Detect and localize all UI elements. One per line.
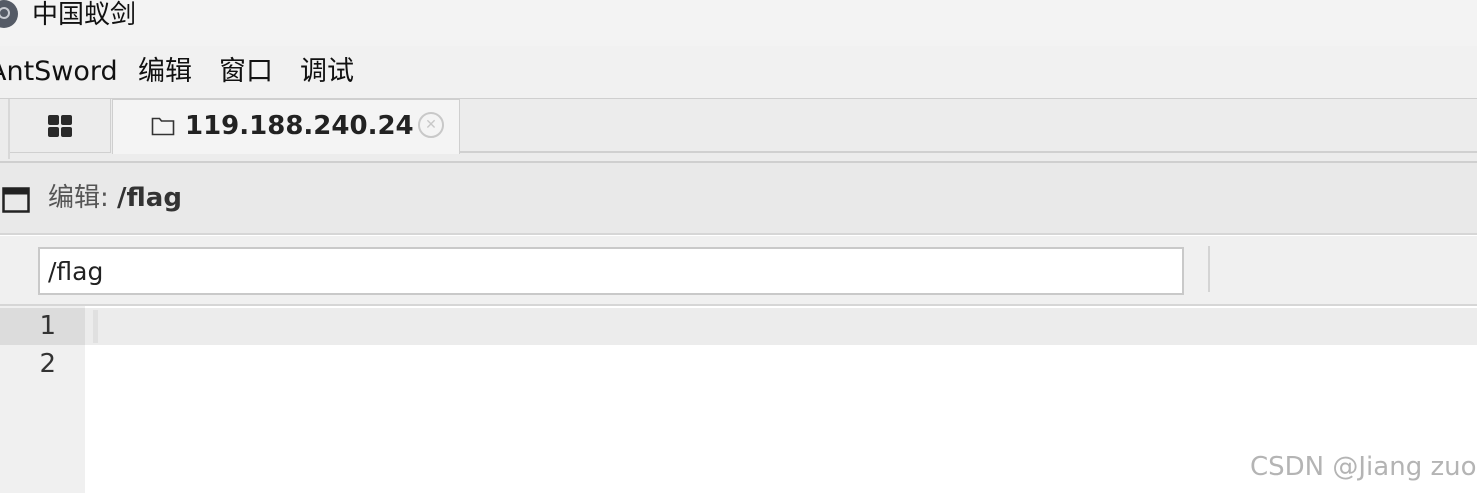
tab-shell-connection[interactable]: 119.188.240.24 ✕ [112, 99, 460, 154]
tab-strip: 119.188.240.24 ✕ [0, 99, 1477, 163]
line-number: 1 [39, 311, 56, 341]
menu-debug[interactable]: 调试 [300, 55, 354, 89]
path-bar [0, 236, 1477, 306]
app-title: 中国蚁剑 [32, 0, 137, 30]
panel-title: 编辑: /flag [48, 180, 182, 216]
menu-antsword[interactable]: AntSword [0, 55, 118, 89]
tab-strip-baseline [459, 151, 1477, 153]
menu-bar: AntSword 编辑 窗口 调试 [0, 46, 1477, 99]
antsword-logo-icon [0, 0, 18, 28]
tab-label: 119.188.240.24 [185, 111, 414, 141]
menu-window[interactable]: 窗口 [219, 55, 273, 89]
grid-icon [48, 115, 72, 137]
title-bar: 中国蚁剑 [0, 0, 1477, 46]
panel-title-path: /flag [117, 183, 182, 213]
menu-edit[interactable]: 编辑 [138, 55, 192, 89]
window-icon[interactable] [2, 187, 30, 213]
path-bar-separator [1208, 246, 1210, 292]
text-cursor [93, 310, 98, 343]
folder-icon [151, 117, 175, 136]
editor-panel-header: 编辑: /flag [0, 163, 1477, 235]
line-number: 2 [39, 349, 56, 379]
tab-home[interactable] [10, 99, 111, 153]
watermark: CSDN @Jiang zuo [1250, 452, 1477, 482]
close-circle-icon[interactable]: ✕ [418, 112, 444, 138]
file-path-input[interactable] [38, 247, 1184, 295]
active-line-highlight [85, 308, 1477, 345]
panel-title-prefix: 编辑: [48, 183, 118, 213]
